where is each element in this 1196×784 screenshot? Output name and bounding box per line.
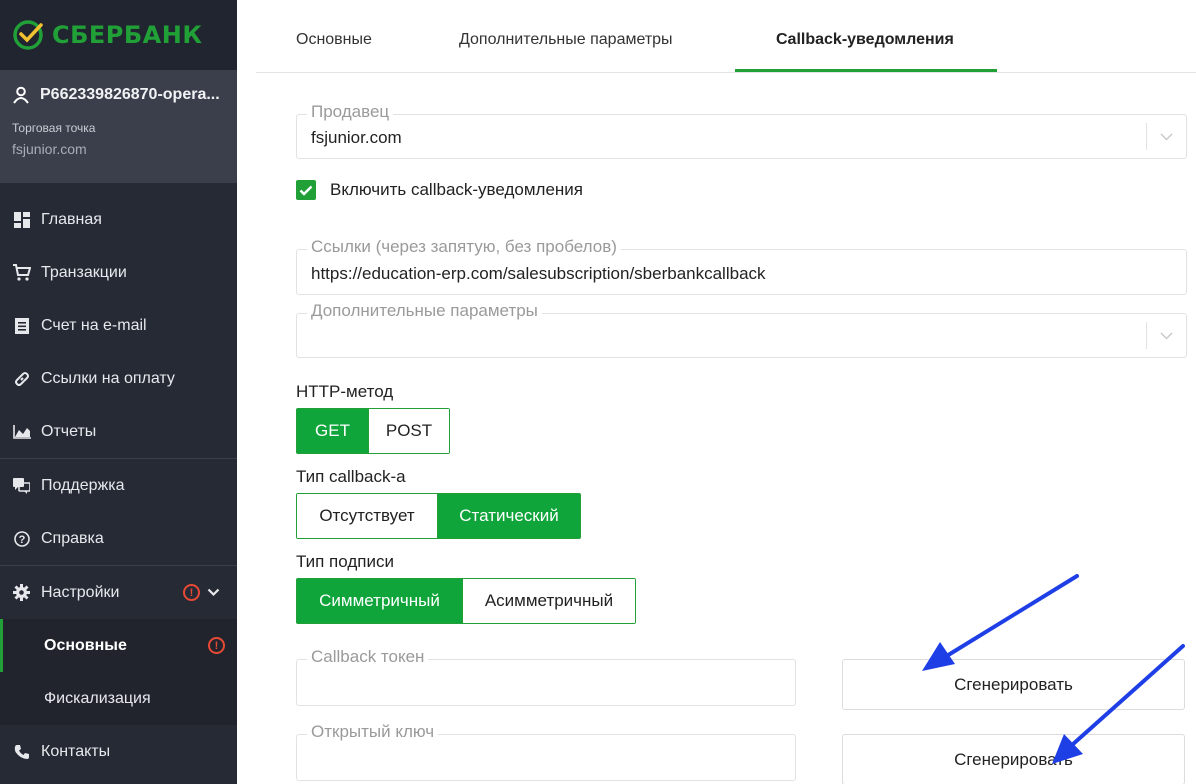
sidebar-item-reports[interactable]: Отчеты (0, 405, 237, 458)
callback-type-toggle: Отсутствует Статический (296, 493, 581, 539)
help-icon: ? (12, 529, 31, 548)
brand-logo[interactable]: СБЕРБАНК (0, 0, 237, 70)
http-get-option[interactable]: GET (297, 409, 368, 453)
callback-type-label: Тип callback-а (296, 467, 406, 486)
phone-icon (12, 742, 31, 761)
sidebar-item-label: Отчеты (41, 422, 97, 440)
public-key-label: Открытый ключ (307, 722, 439, 742)
chat-icon (12, 476, 31, 495)
extra-params-select[interactable]: Дополнительные параметры (296, 301, 1187, 358)
sidebar-item-label: Справка (41, 529, 104, 547)
chart-icon (12, 422, 31, 441)
sidebar-item-label: Контакты (41, 742, 111, 760)
shop-value: fsjunior.com (12, 141, 87, 157)
enable-callback-checkbox[interactable] (296, 180, 316, 200)
generate-key-button[interactable]: Сгенерировать (842, 734, 1185, 784)
warning-icon: ! (183, 584, 200, 601)
sidebar-item-label: Транзакции (41, 263, 127, 281)
sberbank-logo-icon (13, 20, 43, 50)
brand-name: СБЕРБАНК (52, 21, 203, 49)
sidebar-item-label: Настройки (41, 583, 120, 601)
sidebar-item-label: Ссылки на оплату (41, 369, 175, 387)
sidebar-item-help[interactable]: ? Справка (0, 512, 237, 565)
link-icon (12, 369, 31, 388)
signature-type-toggle: Симметричный Асимметричный (296, 578, 636, 624)
sidebar-item-label: Главная (41, 210, 102, 228)
account-block[interactable]: P662339826870-opera... Торговая точка fs… (0, 70, 237, 183)
signature-symmetric-option[interactable]: Симметричный (297, 579, 462, 623)
sidebar-item-label: Поддержка (41, 476, 125, 494)
shop-label: Торговая точка (12, 121, 96, 135)
sidebar-item-main[interactable]: Главная (0, 193, 237, 246)
seller-value: fsjunior.com (311, 128, 402, 147)
tab-callback-notifications[interactable]: Callback-уведомления (776, 31, 954, 49)
main-content: Основные Дополнительные параметры Callba… (256, 0, 1196, 784)
callback-token-label: Callback токен (307, 647, 429, 667)
gear-icon (12, 583, 31, 602)
seller-label: Продавец (307, 102, 394, 122)
chevron-down-icon[interactable] (1146, 123, 1186, 150)
tab-basic[interactable]: Основные (296, 31, 372, 49)
chevron-down-icon[interactable] (207, 588, 220, 597)
user-icon (13, 86, 29, 104)
sidebar-item-pay-links[interactable]: Ссылки на оплату (0, 352, 237, 405)
seller-select[interactable]: Продавец fsjunior.com (296, 102, 1187, 159)
sidebar-subitem-fiscal[interactable]: Фискализация (0, 672, 237, 725)
signature-type-label: Тип подписи (296, 552, 394, 571)
enable-callback-row[interactable]: Включить callback-уведомления (296, 180, 583, 200)
public-key-input[interactable]: Открытый ключ (296, 722, 796, 781)
chevron-down-icon[interactable] (1146, 322, 1186, 349)
sidebar-item-settings[interactable]: Настройки ! (0, 566, 237, 619)
callback-token-input[interactable]: Callback токен (296, 647, 796, 706)
callback-links-label: Ссылки (через запятую, без пробелов) (307, 237, 621, 257)
signature-asymmetric-option[interactable]: Асимметричный (462, 579, 635, 623)
callback-type-none-option[interactable]: Отсутствует (297, 494, 437, 538)
enable-callback-label: Включить callback-уведомления (330, 180, 584, 199)
http-method-toggle: GET POST (296, 408, 450, 454)
callback-links-input[interactable]: Ссылки (через запятую, без пробелов) htt… (296, 237, 1187, 295)
generate-token-button[interactable]: Сгенерировать (842, 659, 1185, 710)
http-post-option[interactable]: POST (368, 409, 449, 453)
checkmark-icon (299, 185, 313, 196)
sidebar-nav: Главная Транзакции Счет на e-mail Ссылки… (0, 193, 237, 778)
sidebar: СБЕРБАНК P662339826870-opera... Торговая… (0, 0, 237, 784)
sidebar-item-contacts[interactable]: Контакты (0, 725, 237, 778)
sidebar-item-label: Фискализация (44, 689, 151, 707)
callback-type-static-option[interactable]: Статический (437, 494, 580, 538)
tab-additional-params[interactable]: Дополнительные параметры (459, 31, 673, 49)
cart-icon (12, 263, 31, 282)
tab-bar: Основные Дополнительные параметры Callba… (256, 0, 1196, 73)
http-method-label: HTTP-метод (296, 382, 394, 401)
dashboard-icon (12, 210, 31, 229)
sidebar-item-support[interactable]: Поддержка (0, 459, 237, 512)
extra-params-label: Дополнительные параметры (307, 301, 542, 321)
sidebar-item-transactions[interactable]: Транзакции (0, 246, 237, 299)
warning-icon: ! (208, 637, 225, 654)
sidebar-subitem-basic[interactable]: Основные ! (0, 619, 237, 672)
active-tab-indicator (735, 69, 997, 72)
svg-text:?: ? (18, 534, 25, 546)
account-name: P662339826870-opera... (40, 86, 220, 103)
sidebar-item-invoice[interactable]: Счет на e-mail (0, 299, 237, 352)
callback-links-value: https://education-erp.com/salesubscripti… (311, 264, 766, 283)
sidebar-item-label: Счет на e-mail (41, 316, 147, 334)
sidebar-item-label: Основные (44, 636, 127, 654)
document-icon (12, 316, 31, 335)
